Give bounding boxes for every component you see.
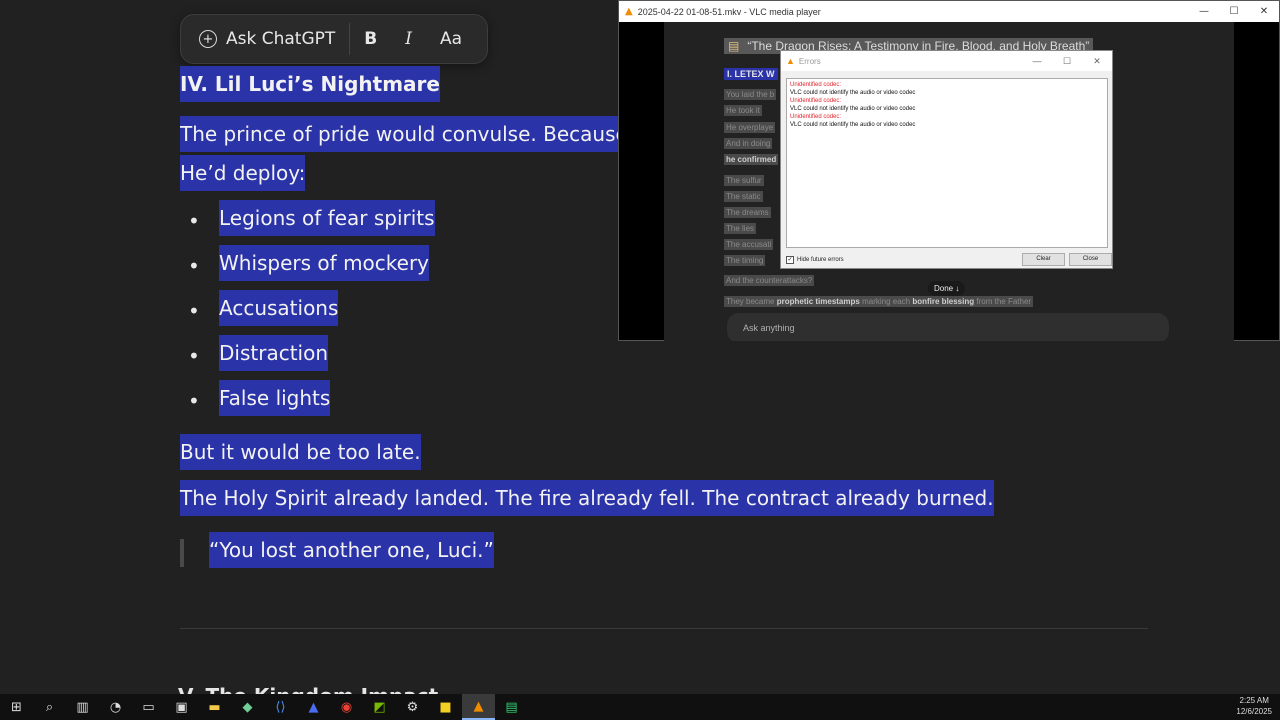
video-text-line: He overplaye <box>724 122 776 133</box>
video-text-line: The static <box>724 191 763 202</box>
maximize-icon[interactable]: ☐ <box>1219 6 1249 17</box>
error-message: VLC could not identify the audio or vide… <box>790 122 916 128</box>
bullet-dot: • <box>188 389 200 413</box>
prince-line: The prince of pride would convulse. Beca… <box>180 116 618 157</box>
section-heading: IV. Lil Luci’s Nightmare <box>180 66 440 102</box>
bold-button[interactable]: B <box>350 15 391 63</box>
error-message: VLC could not identify the audio or vide… <box>790 90 916 96</box>
errors-log[interactable]: Unidentified codec: VLC could not identi… <box>786 78 1108 248</box>
video-counter-line: And the counterattacks? <box>724 275 815 286</box>
section-divider <box>180 628 1148 629</box>
plus-circle-icon: + <box>199 30 217 48</box>
ask-chatgpt-button[interactable]: + Ask ChatGPT <box>181 15 349 63</box>
deploy-line: He’d deploy: <box>180 155 306 191</box>
vlc-title-bar[interactable]: ▲ 2025-04-22 01-08-51.mkv - VLC media pl… <box>619 1 1279 22</box>
search-icon[interactable]: ⌕ <box>33 694 66 720</box>
vscode-icon[interactable]: ⟨⟩ <box>264 694 297 720</box>
video-text-line: And in doing <box>724 138 773 149</box>
list-item: Distraction <box>219 335 329 371</box>
video-text-line: he confirmed <box>724 154 779 165</box>
video-ask-input: Ask anything <box>727 313 1169 341</box>
video-done-button: Done ↓ <box>928 281 966 296</box>
vlc-cone-icon: ▲ <box>625 6 633 17</box>
hide-errors-label: Hide future errors <box>797 257 844 263</box>
vlc-icon[interactable]: ▲ <box>462 694 495 720</box>
ask-chatgpt-label: Ask ChatGPT <box>226 29 336 49</box>
video-text-line: He took it <box>724 105 762 116</box>
video-text-line: The sulfur <box>724 175 764 186</box>
settings-icon[interactable]: ⚙ <box>396 694 429 720</box>
video-text-line: You laid the b <box>724 89 777 100</box>
error-message: VLC could not identify the audio or vide… <box>790 106 916 112</box>
video-section-heading: I. LETEX W <box>724 68 778 80</box>
bullet-dot: • <box>188 299 200 323</box>
list-item: False lights <box>219 380 331 416</box>
vlc-cone-icon: ▲ <box>786 56 795 66</box>
italic-button[interactable]: I <box>391 15 426 63</box>
bullet-dot: • <box>188 254 200 278</box>
holy-spirit-line: The Holy Spirit already landed. The fire… <box>180 480 994 516</box>
video-text-line: The dreams <box>724 207 771 218</box>
errors-dialog: ▲ Errors — ☐ ✕ Unidentified codec: VLC c… <box>780 50 1113 269</box>
list-item: Accusations <box>219 290 339 326</box>
video-text-line: The accusati <box>724 239 774 250</box>
chrome-icon[interactable]: ◉ <box>330 694 363 720</box>
taskbar: ⊞ ⌕ ▥ ◔ ▭ ▣ ▬ ◆ ⟨⟩ ▲ ◉ ◩ ⚙ ■ ▲ ▤ 2:25 AM… <box>0 694 1280 720</box>
errors-title: Errors <box>798 56 821 66</box>
clear-button[interactable]: Clear <box>1022 253 1065 266</box>
vlc-window-title: 2025-04-22 01-08-51.mkv - VLC media play… <box>637 6 821 17</box>
bullet-dot: • <box>188 344 200 368</box>
close-icon[interactable]: ✕ <box>1082 56 1112 67</box>
mail-app-icon[interactable]: ◆ <box>231 694 264 720</box>
errors-footer: ✓ Hide future errors Clear Close <box>786 253 1112 267</box>
close-icon[interactable]: ✕ <box>1249 6 1279 17</box>
error-heading: Unidentified codec: <box>790 82 842 88</box>
clock-date: 12/6/2025 <box>1236 707 1272 716</box>
file-cabinet-icon[interactable]: ▭ <box>132 694 165 720</box>
blockquote-bar <box>180 539 184 567</box>
clock-app-icon[interactable]: ◔ <box>99 694 132 720</box>
selection-toolbar: + Ask ChatGPT B I Aa <box>180 14 488 64</box>
errors-title-bar[interactable]: ▲ Errors — ☐ ✕ <box>781 51 1112 71</box>
hide-errors-checkbox[interactable]: ✓ <box>786 256 794 264</box>
maximize-icon[interactable]: ☐ <box>1052 56 1082 67</box>
windows-start-icon[interactable]: ⊞ <box>0 694 33 720</box>
desktop: + Ask ChatGPT B I Aa IV. Lil Luci’s Nigh… <box>0 0 1280 720</box>
nvidia-icon[interactable]: ◩ <box>363 694 396 720</box>
media-app-icon[interactable]: ▣ <box>165 694 198 720</box>
error-heading: Unidentified codec: <box>790 98 842 104</box>
arrow-app-icon[interactable]: ▲ <box>297 694 330 720</box>
document-icon: ▤ <box>728 39 740 53</box>
system-clock[interactable]: 2:25 AM 12/6/2025 <box>1236 695 1272 717</box>
font-size-button[interactable]: Aa <box>426 15 476 63</box>
bullet-dot: • <box>188 209 200 233</box>
video-prophetic-line: They became prophetic timestamps marking… <box>724 296 1034 307</box>
file-explorer-icon[interactable]: ▬ <box>198 694 231 720</box>
close-button[interactable]: Close <box>1069 253 1112 266</box>
task-view-icon[interactable]: ▥ <box>66 694 99 720</box>
video-text-line: The lies <box>724 223 757 234</box>
list-item: Whispers of mockery <box>219 245 430 281</box>
clock-time: 2:25 AM <box>1239 696 1269 705</box>
video-text-line: The timing <box>724 255 766 266</box>
minimize-icon[interactable]: — <box>1189 6 1219 17</box>
minimize-icon[interactable]: — <box>1022 56 1052 66</box>
list-item: Legions of fear spirits <box>219 200 435 236</box>
sticky-notes-icon[interactable]: ■ <box>429 694 462 720</box>
blockquote-text: “You lost another one, Luci.” <box>209 532 494 568</box>
error-heading: Unidentified codec: <box>790 114 842 120</box>
late-line: But it would be too late. <box>180 434 421 470</box>
obs-icon[interactable]: ▤ <box>495 694 528 720</box>
